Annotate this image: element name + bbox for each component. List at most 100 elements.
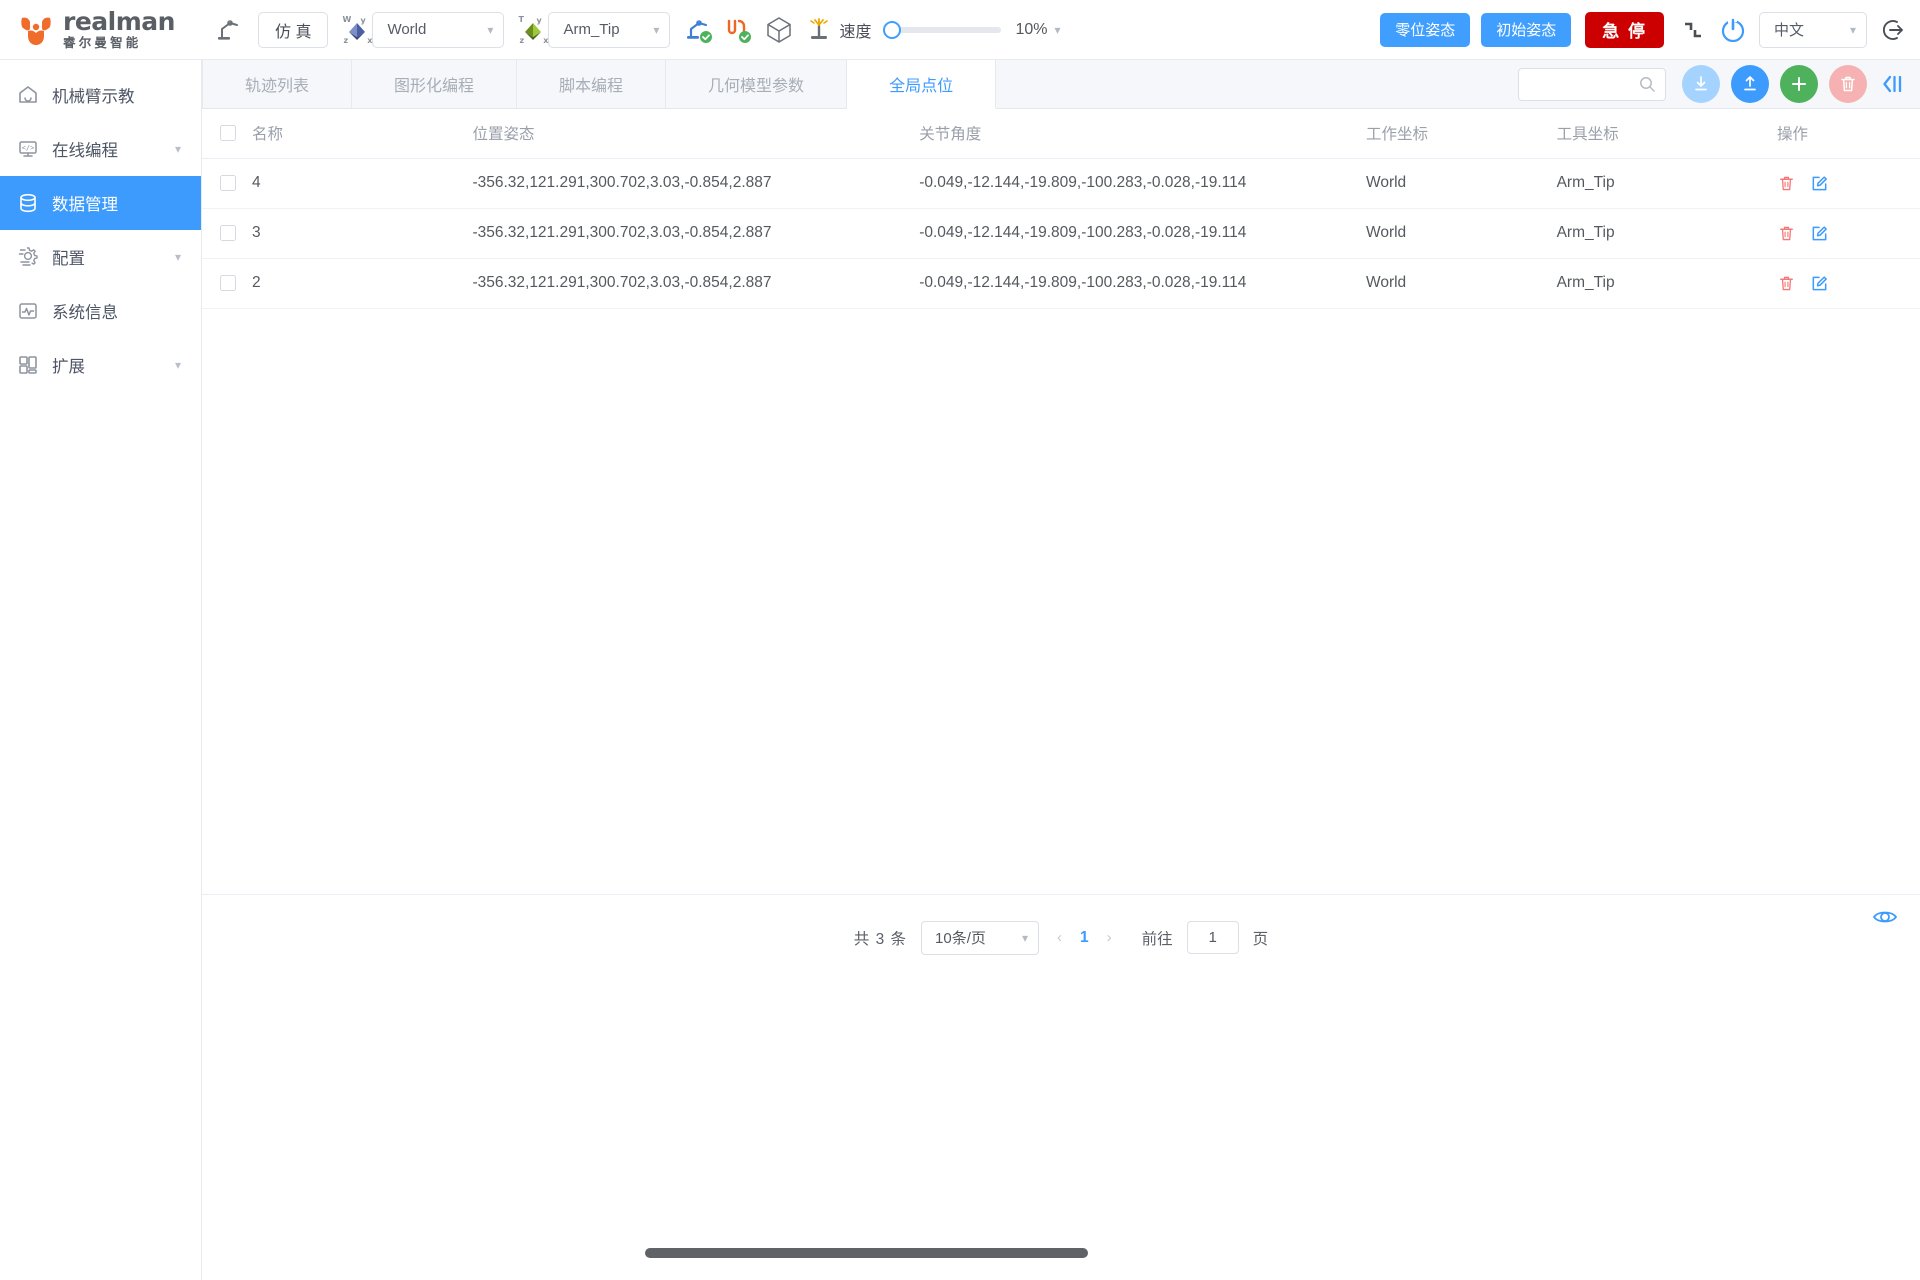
table-row[interactable]: 2 -356.32,121.291,300.702,3.03,-0.854,2.… — [202, 258, 1920, 309]
emergency-stop-button[interactable]: 急 停 — [1585, 11, 1664, 48]
column-header-operations[interactable]: 操作 — [1776, 109, 1920, 159]
edit-icon — [1812, 225, 1827, 240]
language-select[interactable]: 中文 ▾ — [1759, 11, 1867, 48]
row-checkbox[interactable] — [220, 225, 236, 241]
search-icon — [1640, 76, 1655, 92]
row-checkbox[interactable] — [220, 175, 236, 191]
tool-frame-select[interactable]: Arm_Tip ▾ — [548, 11, 671, 48]
upload-icon — [1744, 76, 1756, 91]
sidebar-item-label: 在线编程 — [52, 142, 118, 160]
tab-trajectory-list[interactable]: 轨迹列表 — [202, 60, 353, 108]
main-panel: 轨迹列表 图形化编程 脚本编程 几何模型参数 全局点位 名称 位置姿态 关节角度… — [202, 60, 1920, 1280]
horizontal-scrollbar[interactable] — [645, 1248, 1088, 1258]
svg-text:</>: </> — [21, 144, 34, 152]
zero-pose-button[interactable]: 零位姿态 — [1380, 12, 1471, 47]
row-delete-button[interactable] — [1777, 174, 1796, 193]
column-header-name[interactable]: 名称 — [252, 109, 473, 159]
chevron-down-icon: ▾ — [653, 22, 660, 37]
row-checkbox[interactable] — [220, 275, 236, 291]
trash-icon — [1780, 176, 1793, 190]
tool-axis-icon: T y z x — [518, 14, 549, 45]
work-frame-select[interactable]: World ▾ — [372, 11, 505, 48]
column-header-tool-frame[interactable]: 工具坐标 — [1556, 109, 1777, 159]
select-all-header — [202, 109, 253, 159]
tab-bar: 轨迹列表 图形化编程 脚本编程 几何模型参数 全局点位 — [202, 60, 1920, 109]
chevron-down-icon: ▾ — [487, 22, 494, 37]
search-input[interactable] — [1518, 67, 1666, 101]
cell-name: 4 — [252, 158, 473, 209]
page-size-select[interactable]: 10条/页 ▾ — [921, 920, 1040, 955]
robot-arm-icon[interactable] — [216, 16, 244, 44]
speed-value-select[interactable]: 10% ▾ — [1015, 21, 1060, 39]
download-icon — [1695, 76, 1707, 91]
table-action-toolbar — [1518, 60, 1920, 108]
sidebar-item-teach[interactable]: 机械臂示教 — [0, 68, 201, 122]
sidebar-item-label: 机械臂示教 — [52, 88, 135, 106]
tab-geometry-model-params[interactable]: 几何模型参数 — [666, 60, 848, 108]
logo-text-cn: 睿尔曼智能 — [63, 36, 142, 51]
collision-detect-icon[interactable] — [805, 15, 835, 45]
gear-icon — [16, 246, 39, 269]
column-header-work-frame[interactable]: 工作坐标 — [1365, 109, 1557, 159]
delete-button[interactable] — [1829, 65, 1867, 103]
column-header-joints[interactable]: 关节角度 — [919, 109, 1366, 159]
page-number-1[interactable]: 1 — [1080, 929, 1089, 947]
row-delete-button[interactable] — [1777, 224, 1796, 243]
table-row[interactable]: 3 -356.32,121.291,300.702,3.03,-0.854,2.… — [202, 208, 1920, 259]
column-header-pose[interactable]: 位置姿态 — [472, 109, 920, 159]
global-points-table: 名称 位置姿态 关节角度 工作坐标 工具坐标 操作 4 -356.32,121.… — [202, 109, 1920, 309]
speed-slider-rail[interactable] — [892, 26, 1002, 33]
speed-value: 10% — [1015, 20, 1048, 38]
table-header-row: 名称 位置姿态 关节角度 工作坐标 工具坐标 操作 — [202, 109, 1920, 159]
chevron-down-icon: ▾ — [174, 142, 181, 156]
power-icon[interactable] — [1718, 15, 1748, 45]
upload-button[interactable] — [1731, 65, 1769, 103]
sidebar-item-system-info[interactable]: 系统信息 — [0, 284, 201, 338]
speed-slider[interactable] — [883, 20, 1002, 39]
cell-tool-frame: Arm_Tip — [1556, 258, 1777, 309]
row-edit-button[interactable] — [1810, 274, 1829, 293]
download-button[interactable] — [1682, 65, 1720, 103]
cube-model-icon[interactable] — [764, 15, 794, 45]
collapse-panel-button[interactable] — [1880, 72, 1906, 96]
preview-toggle-button[interactable] — [1872, 907, 1898, 927]
sidebar-item-extensions[interactable]: 扩展 ▾ — [0, 338, 201, 392]
row-delete-button[interactable] — [1777, 274, 1796, 293]
select-all-checkbox[interactable] — [220, 125, 236, 142]
edit-icon — [1812, 275, 1827, 290]
sidebar-item-data-management[interactable]: 数据管理 — [0, 176, 201, 230]
world-axis-icon: W y z x — [342, 14, 373, 45]
simulation-mode-button[interactable]: 仿 真 — [258, 11, 329, 48]
content-divider — [202, 893, 1920, 895]
sidebar-item-online-programming[interactable]: </> 在线编程 ▾ — [0, 122, 201, 176]
table-row[interactable]: 4 -356.32,121.291,300.702,3.03,-0.854,2.… — [202, 158, 1920, 209]
trash-icon — [1780, 276, 1793, 290]
gripper-connected-icon[interactable] — [723, 15, 753, 45]
row-select-cell — [202, 208, 253, 259]
chevron-down-icon: ▾ — [1022, 930, 1029, 945]
cell-joints: -0.049,-12.144,-19.809,-100.283,-0.028,-… — [919, 208, 1366, 259]
logout-icon[interactable] — [1880, 16, 1908, 44]
goto-page-input[interactable]: 1 — [1186, 921, 1239, 954]
speed-slider-handle[interactable] — [883, 20, 902, 39]
page-unit-label: 页 — [1252, 930, 1269, 948]
trash-icon — [1780, 226, 1793, 240]
prev-page-button[interactable]: ‹ — [1053, 929, 1066, 946]
add-button[interactable] — [1780, 65, 1818, 103]
init-pose-button[interactable]: 初始姿态 — [1481, 12, 1572, 47]
tab-graphical-programming[interactable]: 图形化编程 — [352, 60, 518, 108]
sidebar-item-label: 扩展 — [52, 358, 85, 376]
cell-work-frame: World — [1365, 158, 1557, 209]
arm-connected-icon[interactable] — [684, 15, 714, 45]
drag-teach-icon[interactable] — [1680, 17, 1706, 43]
collapse-panel-icon — [1883, 75, 1902, 93]
next-page-button[interactable]: › — [1103, 929, 1116, 946]
row-edit-button[interactable] — [1810, 174, 1829, 193]
sidebar-item-label: 配置 — [52, 250, 85, 268]
sidebar-item-config[interactable]: 配置 ▾ — [0, 230, 201, 284]
cell-joints: -0.049,-12.144,-19.809,-100.283,-0.028,-… — [919, 158, 1366, 209]
row-edit-button[interactable] — [1810, 224, 1829, 243]
speed-label: 速度 — [839, 23, 872, 41]
tab-script-programming[interactable]: 脚本编程 — [517, 60, 667, 108]
tab-global-points[interactable]: 全局点位 — [847, 60, 997, 109]
